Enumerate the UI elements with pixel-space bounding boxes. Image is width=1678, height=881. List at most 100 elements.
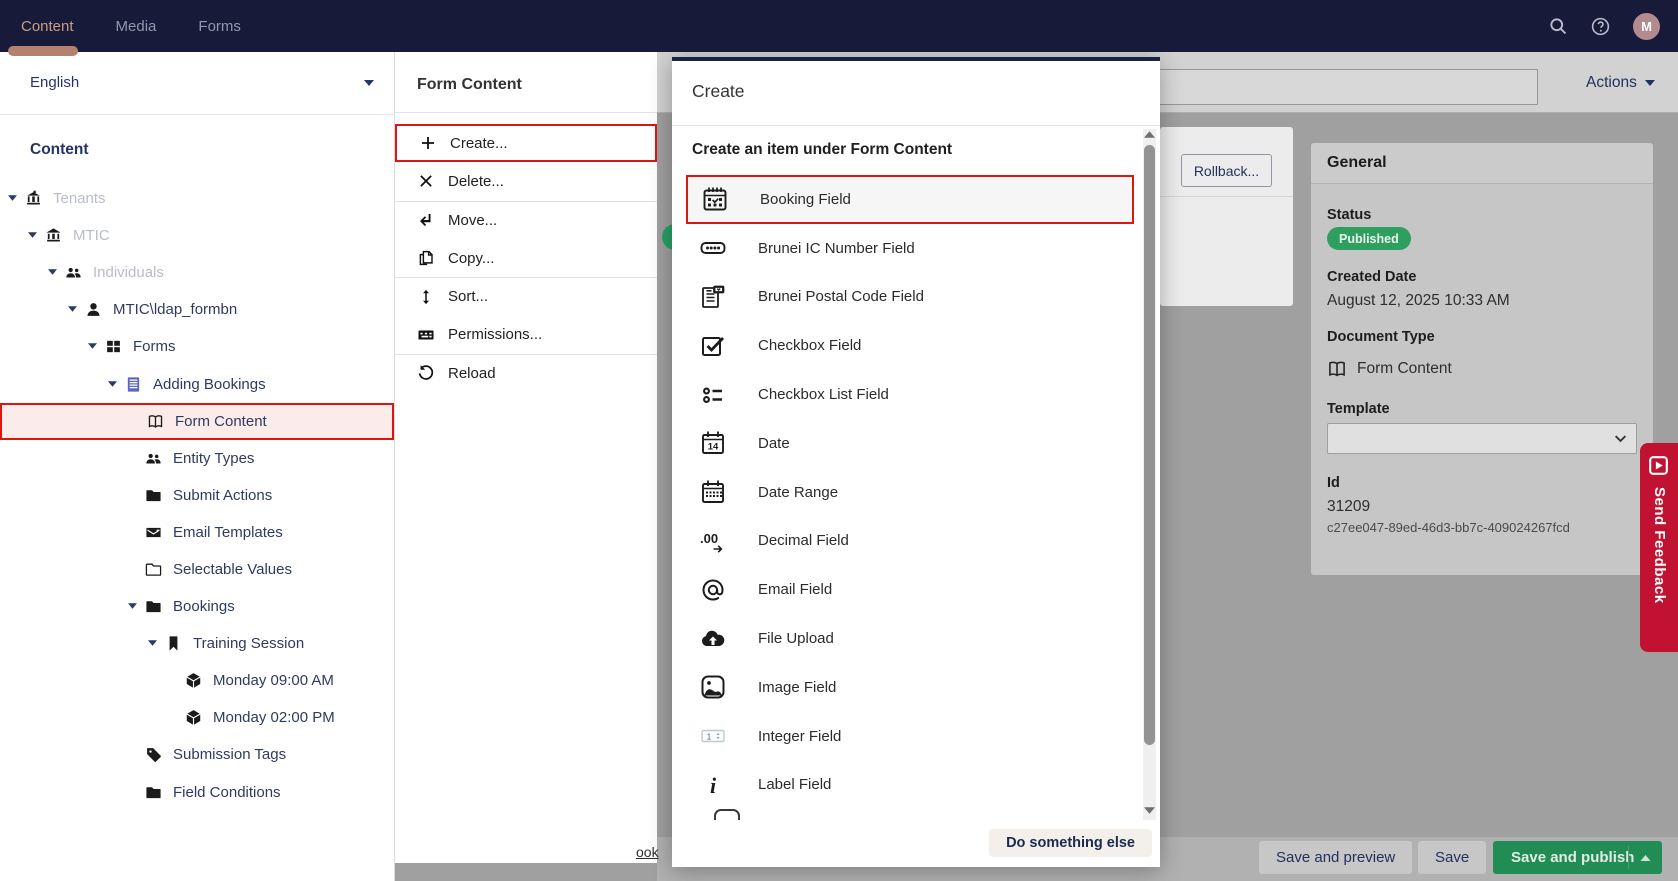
tree-item[interactable]: Tenants: [0, 180, 394, 217]
rollback-button[interactable]: Rollback...: [1181, 154, 1272, 187]
svg-text:i: i: [710, 773, 717, 798]
breadcrumb-link-fragment[interactable]: ook: [636, 844, 663, 861]
content-tree: Tenants MTIC Individuals MTIC\ldap_formb…: [0, 180, 394, 811]
scroll-up-icon[interactable]: [1144, 131, 1155, 138]
tree-item[interactable]: Field Conditions: [0, 774, 394, 811]
create-item-option[interactable]: Brunei IC Number Field: [686, 224, 1134, 273]
create-item-label: Brunei Postal Code Field: [758, 288, 924, 305]
create-item-icon: i: [700, 772, 726, 798]
save-and-publish-label: Save and publish: [1493, 849, 1634, 866]
open-book-icon: [1327, 359, 1347, 379]
tree-item[interactable]: Monday 09:00 AM: [0, 662, 394, 699]
expand-caret-icon[interactable]: [148, 640, 165, 647]
expand-caret-icon[interactable]: [88, 343, 105, 350]
tree-item[interactable]: Individuals: [0, 254, 394, 291]
tree-item[interactable]: MTIC\ldap_formbn: [0, 291, 394, 328]
help-icon[interactable]: [1590, 16, 1611, 37]
expand-caret-icon[interactable]: [8, 195, 25, 202]
actions-dropdown[interactable]: Actions: [1586, 74, 1655, 92]
tree-item[interactable]: Submission Tags: [0, 736, 394, 773]
tree-item-icon: [145, 524, 162, 541]
section-tab[interactable]: Content: [0, 0, 95, 52]
expand-caret-icon[interactable]: [28, 232, 45, 239]
tree-item-label: Training Session: [193, 635, 304, 652]
save-and-publish-button[interactable]: Save and publish: [1493, 841, 1662, 874]
create-dialog-title: Create: [692, 81, 745, 102]
divider: [1628, 846, 1629, 869]
context-menu-item[interactable]: Sort...: [395, 277, 657, 315]
section-tab[interactable]: Forms: [177, 0, 262, 52]
active-tab-indicator: [8, 46, 78, 56]
search-icon[interactable]: [1548, 16, 1568, 36]
tree-item[interactable]: Form Content: [0, 403, 394, 440]
create-item-label: Image Field: [758, 679, 836, 696]
tree-item-label: Field Conditions: [173, 784, 281, 801]
do-something-else-button[interactable]: Do something else: [989, 829, 1152, 857]
caret-up-icon[interactable]: [1640, 855, 1651, 861]
create-item-icon: [700, 235, 726, 261]
create-item-list: Booking Field Brunei IC Number Field Bru…: [686, 175, 1134, 824]
create-item-option[interactable]: Email Field: [686, 565, 1134, 614]
scrollbar-thumb[interactable]: [1144, 145, 1155, 745]
tree-item-icon: [145, 784, 162, 801]
tree-item-label: MTIC: [73, 227, 110, 244]
template-select[interactable]: [1327, 423, 1637, 454]
create-item-option[interactable]: Checkbox Field: [686, 321, 1134, 370]
context-menu-item[interactable]: Create...: [395, 124, 657, 162]
tree-item-icon: [145, 487, 162, 504]
create-item-label: Integer Field: [758, 728, 841, 745]
tree-item[interactable]: Bookings: [0, 588, 394, 625]
actions-label: Actions: [1586, 74, 1637, 92]
create-item-label: Booking Field: [760, 191, 851, 208]
tree-item[interactable]: Forms: [0, 328, 394, 365]
create-item-icon: [700, 479, 726, 505]
expand-caret-icon[interactable]: [128, 603, 145, 610]
save-and-preview-button[interactable]: Save and preview: [1259, 841, 1412, 874]
expand-caret-icon[interactable]: [48, 269, 65, 276]
create-item-option[interactable]: Brunei Postal Code Field: [686, 273, 1134, 322]
create-item-label: Brunei IC Number Field: [758, 240, 915, 257]
context-menu-item[interactable]: Reload: [395, 354, 657, 392]
context-menu-item[interactable]: Permissions...: [395, 315, 657, 353]
context-menu-item[interactable]: Delete...: [395, 162, 657, 200]
create-item-option[interactable]: .00 Decimal Field: [686, 517, 1134, 566]
expand-caret-icon[interactable]: [68, 306, 85, 313]
context-menu-item[interactable]: Move...: [395, 201, 657, 239]
tree-item[interactable]: Training Session: [0, 625, 394, 662]
tree-item-icon: [145, 598, 162, 615]
tree-item[interactable]: Adding Bookings: [0, 365, 394, 402]
create-item-option[interactable]: i Label Field: [686, 761, 1134, 810]
create-item-option[interactable]: File Upload: [686, 614, 1134, 663]
tree-item-label: Form Content: [175, 413, 267, 430]
tree-item-label: MTIC\ldap_formbn: [113, 301, 237, 318]
create-item-label: Date: [758, 435, 790, 452]
section-tab[interactable]: Media: [95, 0, 178, 52]
tree-item[interactable]: Entity Types: [0, 440, 394, 477]
modal-scrollbar[interactable]: [1143, 129, 1156, 829]
language-selector[interactable]: English: [0, 52, 394, 115]
tree-item-icon: [145, 450, 162, 467]
create-item-icon: .00: [700, 528, 726, 554]
tree-item[interactable]: Email Templates: [0, 514, 394, 551]
menu-item-label: Sort...: [448, 288, 488, 305]
create-item-option[interactable]: 1 Integer Field: [686, 712, 1134, 761]
create-item-option[interactable]: Date Range: [686, 468, 1134, 517]
create-item-option[interactable]: Booking Field: [686, 175, 1134, 224]
save-button[interactable]: Save: [1418, 841, 1486, 874]
create-item-option[interactable]: 14 Date: [686, 419, 1134, 468]
send-feedback-tab[interactable]: Send Feedback: [1640, 443, 1678, 652]
avatar[interactable]: M: [1633, 13, 1660, 40]
tree-item[interactable]: Submit Actions: [0, 477, 394, 514]
expand-caret-icon[interactable]: [108, 381, 125, 388]
create-item-icon: [700, 382, 726, 408]
tree-item[interactable]: Selectable Values: [0, 551, 394, 588]
menu-item-label: Delete...: [448, 173, 504, 190]
scroll-down-icon[interactable]: [1144, 807, 1155, 814]
tree-item[interactable]: MTIC: [0, 217, 394, 254]
create-item-option[interactable]: Image Field: [686, 663, 1134, 712]
create-item-option[interactable]: Checkbox List Field: [686, 370, 1134, 419]
tree-item[interactable]: Monday 02:00 PM: [0, 699, 394, 736]
svg-text:1: 1: [707, 733, 712, 742]
context-menu-item[interactable]: Copy...: [395, 239, 657, 277]
tree-item-icon: [125, 376, 142, 393]
